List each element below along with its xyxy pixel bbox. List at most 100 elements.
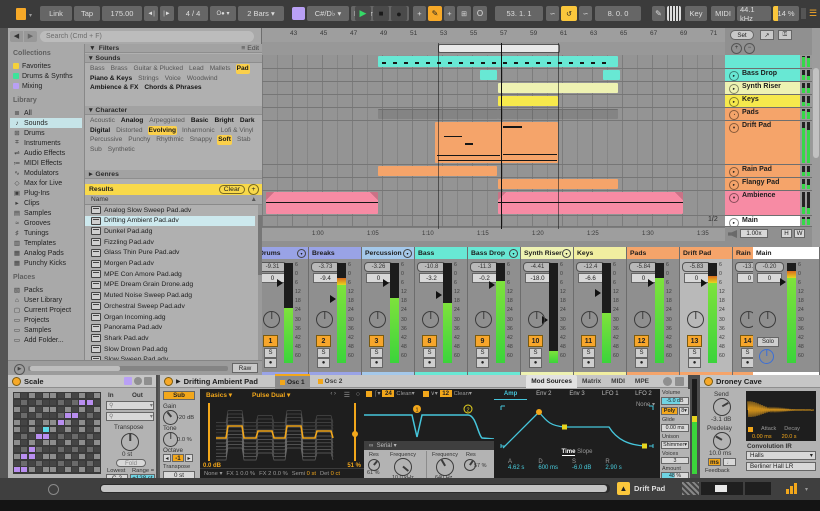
scale-cell[interactable] (79, 433, 86, 439)
filter-chip-digital[interactable]: Digital (89, 126, 111, 136)
zoom-out-button[interactable]: − (744, 43, 755, 54)
scale-cell[interactable] (93, 440, 100, 446)
sidebar-item-drums-synths[interactable]: Drums & Synths (10, 71, 82, 81)
track-number[interactable]: 2 (316, 335, 331, 347)
tab-osc2[interactable]: Osc 2 (313, 375, 348, 388)
scale-cell[interactable] (28, 440, 35, 446)
save-icon[interactable] (675, 376, 684, 386)
scale-cell[interactable] (14, 453, 20, 459)
fader-handle[interactable] (648, 279, 654, 288)
time-toggle[interactable]: Time (561, 449, 576, 456)
track-header-pads[interactable]: ◔ Pads (725, 108, 800, 121)
mixer-strip-drift-pad[interactable]: Drift Pad -5.83 0 6 0 6 12 18 24 30 36 42 48 60 13 S ● (680, 247, 733, 375)
arm-button[interactable]: ● (529, 358, 542, 368)
scale-cell[interactable] (64, 406, 71, 412)
scale-cell[interactable] (79, 426, 86, 432)
volume-slider[interactable]: -5.0 dB (661, 397, 689, 405)
filter-chip-percussive[interactable]: Percussive (89, 135, 123, 145)
scale-cell[interactable] (43, 467, 49, 473)
scale-cell[interactable] (64, 440, 71, 446)
track-lane-flangy-pad[interactable] (262, 178, 725, 191)
scale-cell[interactable] (21, 433, 28, 439)
track-header-rain-pad[interactable]: ▸ Rain Pad (725, 165, 800, 178)
scale-cell[interactable] (21, 460, 28, 466)
solo-button[interactable]: S (264, 348, 277, 358)
filter1-type-icon[interactable]: ⌠▾ (374, 391, 380, 397)
wavetable-category-select[interactable]: Basics ▾ (206, 391, 232, 399)
device-title[interactable]: Droney Cave (716, 377, 762, 386)
ir-file-select[interactable]: Berliner Hall LR (746, 462, 816, 471)
track-lane-bass-drop[interactable] (262, 69, 725, 82)
track-header-flangy-pad[interactable]: ▸ Flangy Pad (725, 178, 800, 191)
scale-cell[interactable] (50, 467, 57, 473)
sidebar-item-user-library[interactable]: ⌂ User Library (10, 295, 82, 305)
computer-midi-keyboard-button[interactable] (667, 6, 681, 21)
ms-toggle[interactable]: ms (708, 458, 721, 466)
playback-speed-field[interactable]: 1.00x (740, 229, 768, 238)
filter-chip-evolving[interactable]: Evolving (147, 125, 178, 136)
filter-chip-distorted[interactable]: Distorted (115, 126, 143, 136)
res1-value[interactable]: 61 % (367, 470, 380, 476)
filter2-toggle[interactable] (422, 390, 429, 397)
filter-chip-chords-phrases[interactable]: Chords & Phrases (143, 83, 202, 93)
sidebar-item-projects[interactable]: ▭ Projects (10, 315, 82, 325)
browser-result-item[interactable]: Glass Thin Pure Pad.adv (85, 248, 255, 258)
filter-routing-row[interactable]: ∞ Serial ▾ (364, 441, 494, 450)
track-header-synth-riser[interactable]: ▸ Synth Riser (725, 82, 800, 95)
device-thumbnail-3[interactable] (745, 482, 771, 495)
adsr-envelope[interactable] (497, 400, 657, 452)
scale-cell[interactable] (86, 393, 93, 398)
scale-cell[interactable] (35, 433, 42, 439)
solo-button[interactable]: S (635, 348, 648, 358)
sidebar-item-instruments[interactable]: ⌗ Instruments (10, 138, 82, 148)
scale-cell[interactable] (35, 413, 42, 419)
octave-down[interactable]: ◂ (163, 454, 171, 462)
fader-handle[interactable] (277, 279, 283, 288)
env-tab-lfo-2[interactable]: LFO 2 (627, 389, 660, 399)
scale-cell[interactable] (14, 447, 20, 452)
octave-up[interactable]: ▸ (185, 454, 193, 462)
filter-chip-punchy[interactable]: Punchy (127, 135, 151, 145)
scale-cell[interactable] (50, 413, 57, 419)
mixer-track-name[interactable]: Drift Pad (680, 247, 732, 259)
scale-cell[interactable] (57, 393, 64, 398)
fader-handle[interactable] (383, 279, 389, 288)
scale-cell[interactable] (14, 399, 20, 405)
scale-cell[interactable] (14, 440, 20, 446)
pan-knob[interactable] (634, 311, 651, 328)
pan-knob[interactable] (369, 311, 386, 328)
sidebar-item-samples[interactable]: ▭ Samples (10, 325, 82, 335)
scale-cell[interactable] (86, 460, 93, 466)
add-filter-button[interactable]: + (248, 184, 259, 195)
browser-hscrollbar[interactable] (28, 366, 228, 371)
track-fold-icon[interactable]: ▸ (729, 179, 739, 190)
track-number[interactable]: 1 (263, 335, 278, 347)
browser-result-item[interactable]: Morgen Pad.adv (85, 259, 255, 269)
scroll-follow-button[interactable]: ↗ (760, 30, 774, 40)
scale-cell[interactable] (93, 413, 100, 419)
env-tab-env-3[interactable]: Env 3 (560, 389, 593, 399)
filter-chip-basic[interactable]: Basic (190, 116, 210, 126)
scale-cell[interactable] (93, 406, 100, 412)
filter-group-character[interactable]: ▾ Character (85, 106, 263, 115)
voices-slider[interactable]: 3 (661, 457, 689, 464)
clip-bass-drop-0[interactable] (480, 70, 497, 80)
filter-chip-strings[interactable]: Strings (137, 74, 160, 84)
scale-cell[interactable] (35, 406, 42, 412)
volume-value[interactable]: -6.6 (578, 273, 603, 283)
scale-cell[interactable] (79, 453, 86, 459)
mixer-track-name[interactable]: Bass (415, 247, 467, 259)
lock-button[interactable]: ⚿ (778, 30, 792, 40)
track-number[interactable]: 11 (581, 335, 596, 347)
scale-cell[interactable] (50, 453, 57, 459)
clip-bass-0[interactable] (378, 56, 618, 67)
tab-midi[interactable]: MIDI (606, 375, 630, 388)
overdub-button[interactable]: + (413, 6, 426, 21)
filter2-mode-select[interactable]: Clean▾ (454, 391, 472, 397)
loop-end-line[interactable] (558, 43, 559, 229)
track-fold-icon[interactable]: ▾ (729, 122, 739, 133)
peak-level-value[interactable]: -4.41 (523, 262, 552, 272)
scale-cell[interactable] (50, 433, 57, 439)
mixer-track-name[interactable]: Pads (627, 247, 679, 259)
clear-filters-button[interactable]: Clear (218, 185, 245, 194)
